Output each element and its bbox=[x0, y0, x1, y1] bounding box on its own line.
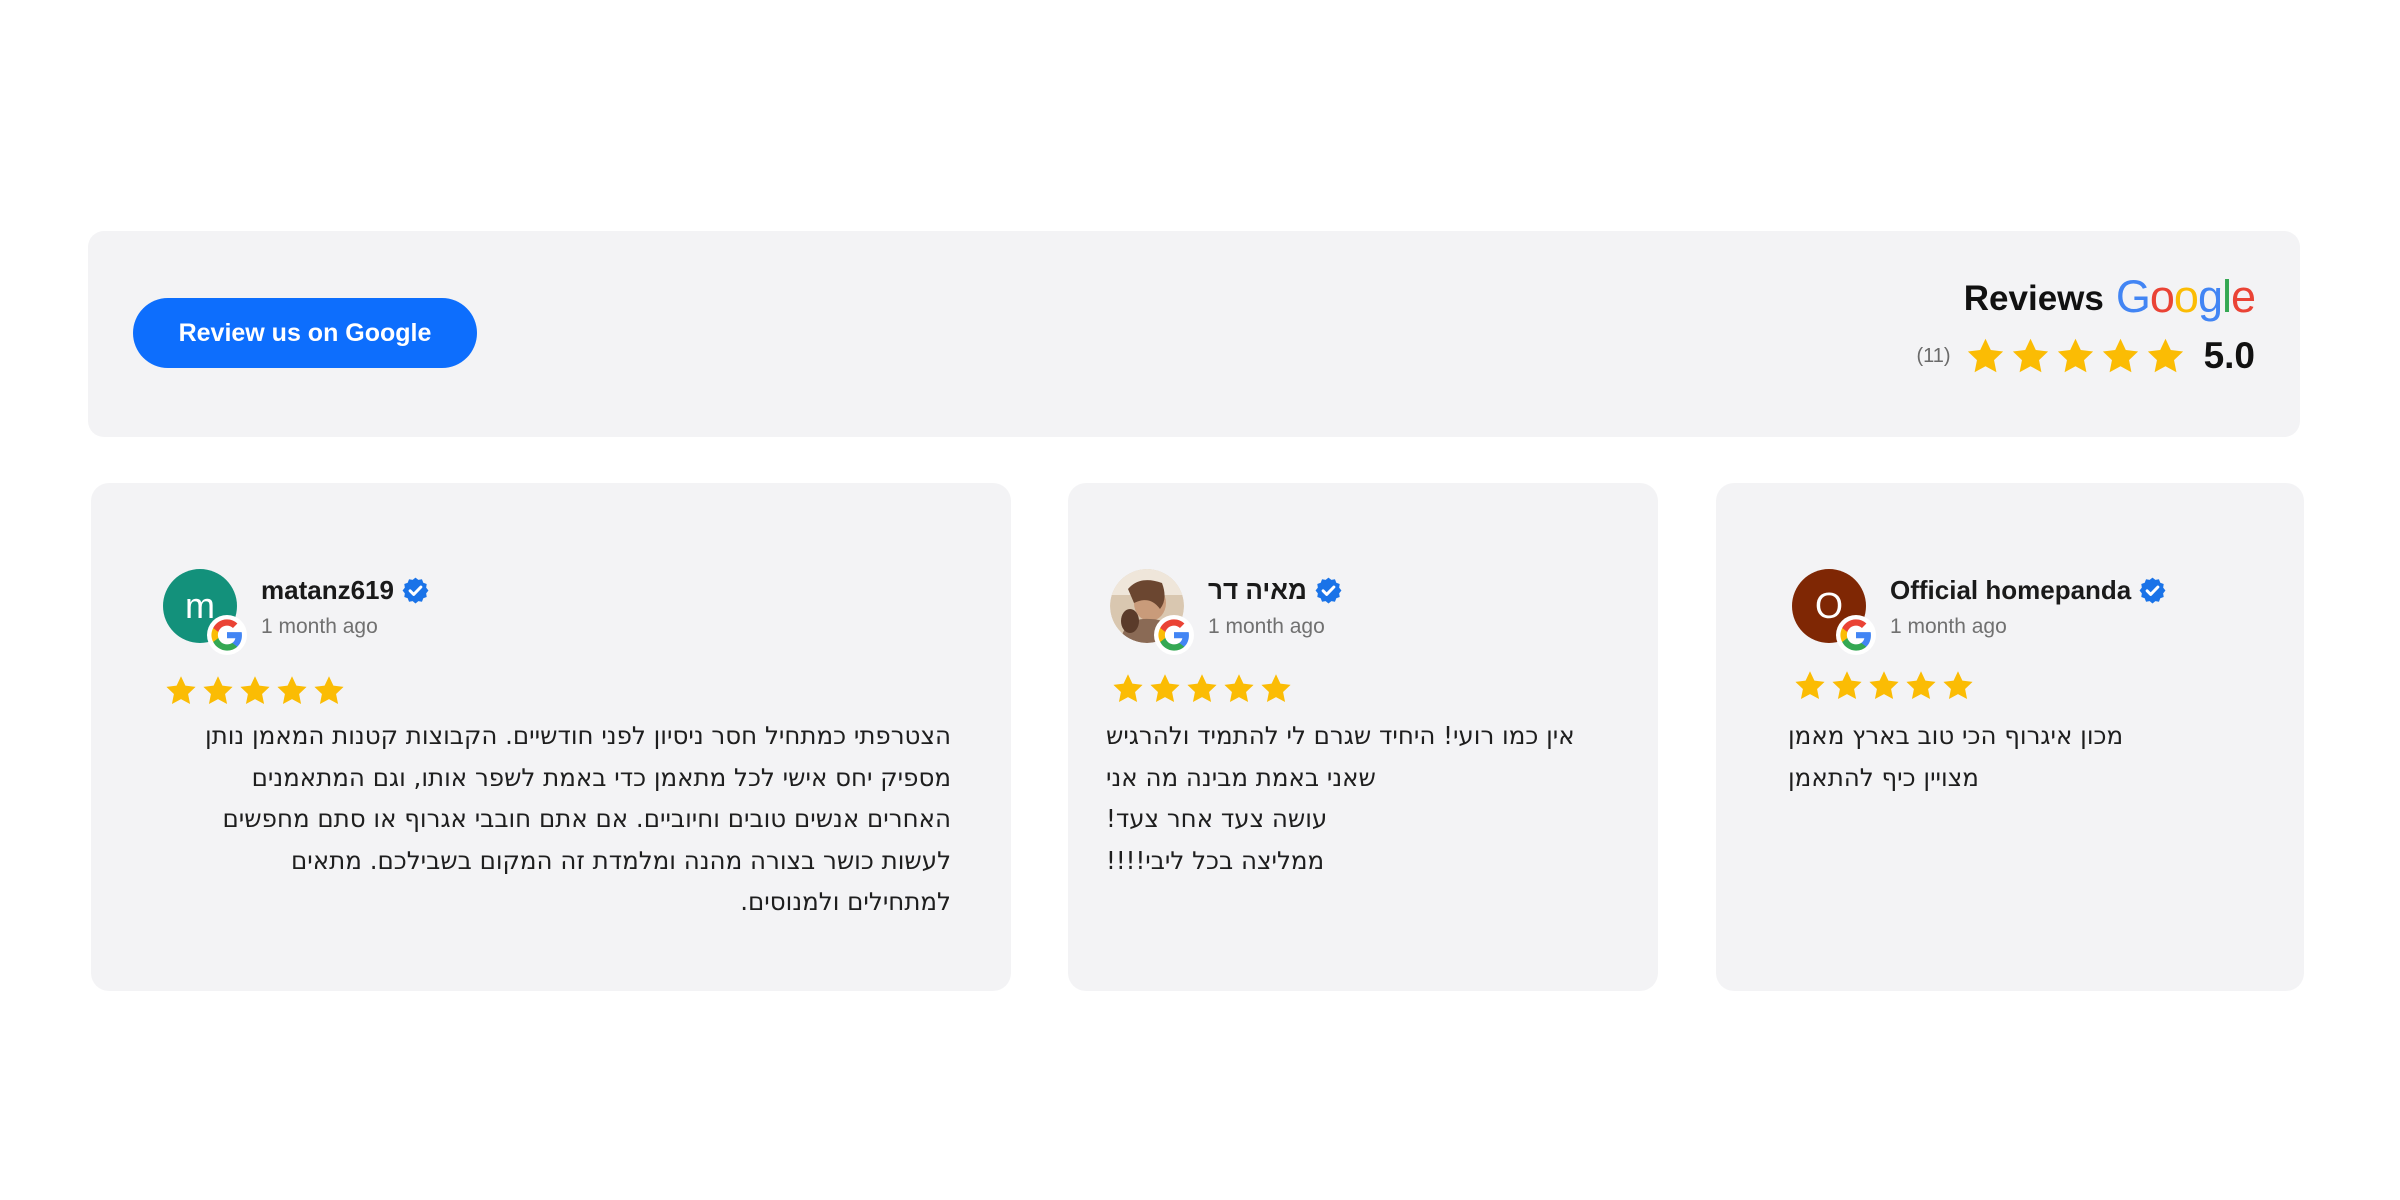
reviewer-header: m matanz619 1 month ago bbox=[163, 569, 429, 655]
google-g-icon bbox=[1840, 619, 1871, 651]
summary-stars bbox=[1965, 336, 2186, 377]
reviewer-name-row: מאיה דר bbox=[1208, 573, 1342, 607]
summary-title-row: Reviews Google bbox=[1916, 271, 2256, 323]
avatar[interactable]: O bbox=[1792, 569, 1876, 655]
google-g-icon bbox=[207, 615, 247, 655]
star-icon bbox=[203, 676, 233, 705]
reviewer-info: matanz619 1 month ago bbox=[261, 569, 429, 639]
google-logo: Google bbox=[2115, 271, 2256, 323]
verified-badge-icon bbox=[1315, 577, 1342, 603]
star-icon bbox=[1224, 674, 1254, 703]
review-text-line: מספיק יחס אישי לכל מתאמן כדי באמת לשפר א… bbox=[251, 762, 951, 792]
review-date: 1 month ago bbox=[261, 615, 378, 638]
google-g-icon bbox=[1154, 615, 1194, 655]
verified-badge-icon bbox=[2139, 577, 2166, 603]
star-icon bbox=[1943, 671, 1973, 700]
star-icon bbox=[240, 676, 270, 705]
review-text-line: מכון איגרוף הכי טוב בארץ מאמן bbox=[1788, 721, 2124, 750]
star-icon bbox=[314, 676, 344, 705]
reviewer-name-row: matanz619 bbox=[261, 573, 429, 607]
review-text-line: לעשות כושר בצורה מהנה ומלמדת זה המקום בש… bbox=[291, 845, 951, 875]
google-g-icon bbox=[211, 619, 242, 651]
review-text-line: שאני באמת מבינה מה אני bbox=[1106, 762, 1376, 792]
summary-rating-row: (11) 5.0 bbox=[1916, 333, 2255, 379]
verified-badge-icon bbox=[1315, 577, 1342, 604]
average-rating: 5.0 bbox=[2203, 335, 2255, 376]
google-g-icon bbox=[1158, 619, 1189, 651]
review-date: 1 month ago bbox=[1208, 615, 1325, 638]
star-icon bbox=[2102, 338, 2138, 372]
star-icon bbox=[166, 676, 196, 705]
reviewer-info: Official homepanda 1 month ago bbox=[1890, 569, 2166, 639]
star-icon bbox=[1150, 674, 1180, 703]
google-g-icon bbox=[1836, 615, 1876, 655]
reviewer-header: O Official homepanda 1 month ago bbox=[1792, 569, 2166, 655]
review-text-line: למתחילים ולמנוסים. bbox=[740, 887, 951, 916]
google-wordmark-letter: o bbox=[2149, 271, 2175, 322]
review-us-on-google-button[interactable]: Review us on Google bbox=[133, 298, 477, 368]
star-icon bbox=[1869, 671, 1899, 700]
google-wordmark-letter: G bbox=[2115, 271, 2151, 322]
reviewer-info: מאיה דר 1 month ago bbox=[1208, 569, 1342, 639]
star-icon bbox=[1832, 671, 1862, 700]
google-wordmark-letter: g bbox=[2197, 271, 2223, 322]
review-text: אין כמו רועי! היחיד שגרם לי להתמיד ולהרג… bbox=[1106, 715, 1636, 881]
star-icon bbox=[1906, 671, 1936, 700]
reviewer-name-row: Official homepanda bbox=[1890, 573, 2166, 607]
review-text: הצטרפתי כמתחיל חסר ניסיון לפני חודשיים. … bbox=[141, 715, 951, 923]
review-card: O Official homepanda 1 month ago מכון אי… bbox=[1716, 483, 2304, 991]
star-icon bbox=[1113, 674, 1143, 703]
review-card: m matanz619 1 month ago הצטרפתי כמתחיל ח… bbox=[91, 483, 1011, 991]
rating-summary: Reviews Google (11) 5.0 bbox=[1916, 271, 2256, 379]
review-stars bbox=[164, 674, 346, 708]
reviewer-name[interactable]: matanz619 bbox=[261, 575, 394, 606]
google-wordmark-letter: e bbox=[2230, 271, 2256, 322]
star-icon bbox=[2012, 338, 2048, 372]
reviewer-name[interactable]: Official homepanda bbox=[1890, 575, 2131, 606]
verified-badge-icon bbox=[402, 577, 429, 603]
reviewer-name[interactable]: מאיה דר bbox=[1208, 575, 1307, 606]
review-stars bbox=[1111, 672, 1293, 706]
review-stars bbox=[1793, 669, 1975, 703]
review-text-line: האחרים אנשים טובים וחיוביים. אם אתם חובב… bbox=[222, 804, 951, 833]
review-date: 1 month ago bbox=[1890, 615, 2007, 638]
star-icon bbox=[1967, 338, 2003, 372]
star-icon bbox=[277, 676, 307, 705]
google-wordmark-letter: o bbox=[2173, 271, 2199, 322]
verified-badge-icon bbox=[2139, 577, 2166, 604]
star-icon bbox=[1261, 674, 1291, 703]
star-icon bbox=[2057, 338, 2093, 372]
avatar[interactable]: m bbox=[163, 569, 247, 655]
star-icon bbox=[1187, 674, 1217, 703]
star-icon bbox=[1795, 671, 1825, 700]
review-card: מאיה דר 1 month ago אין כמו רועי! היחיד … bbox=[1068, 483, 1658, 991]
review-text-line: עושה צעד אחר צעד! bbox=[1106, 804, 1328, 833]
reviews-widget: Review us on Google Reviews Google (11) … bbox=[0, 0, 2400, 1200]
star-icon bbox=[2147, 338, 2183, 372]
google-wordmark-letter: l bbox=[2221, 271, 2232, 322]
verified-badge-icon bbox=[402, 577, 429, 604]
avatar[interactable] bbox=[1110, 569, 1194, 655]
reviews-title: Reviews bbox=[1963, 279, 2104, 318]
review-text-line: הצטרפתי כמתחיל חסר ניסיון לפני חודשיים. … bbox=[204, 721, 951, 750]
reviews-header-panel: Review us on Google Reviews Google (11) … bbox=[88, 231, 2300, 437]
review-count: (11) bbox=[1916, 344, 1951, 367]
review-text-line: אין כמו רועי! היחיד שגרם לי להתמיד ולהרג… bbox=[1106, 721, 1575, 750]
review-text-line: ממליצה בכל ליבי!!!! bbox=[1106, 845, 1325, 875]
review-text-line: מצויין כיף להתאמן bbox=[1788, 762, 1979, 792]
reviewer-header: מאיה דר 1 month ago bbox=[1110, 569, 1342, 655]
review-text: מכון איגרוף הכי טוב בארץ מאמן מצויין כיף … bbox=[1788, 715, 2268, 798]
